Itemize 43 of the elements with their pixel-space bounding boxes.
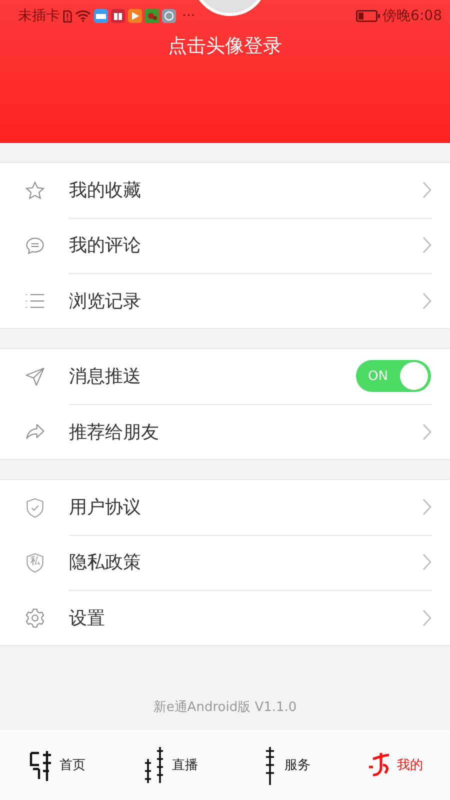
menu-item-label[interactable]: 消息推送 bbox=[69, 364, 141, 388]
book-app-icon bbox=[111, 9, 125, 23]
chevron-right-icon bbox=[422, 608, 432, 626]
script-glyph-icon bbox=[144, 746, 164, 784]
wallet-app-icon bbox=[94, 9, 108, 23]
shield-icon bbox=[24, 552, 46, 574]
tab[interactable]: 首页 bbox=[0, 730, 112, 800]
paper-plane-icon bbox=[24, 366, 46, 388]
menu-item-label[interactable]: 隐私政策 bbox=[69, 550, 141, 574]
play-app-icon bbox=[128, 9, 142, 23]
version-text: 新e通Android版 V1.1.0 bbox=[153, 699, 297, 716]
script-glyph-icon bbox=[367, 752, 390, 776]
menu-item-label[interactable]: 用户协议 bbox=[69, 495, 141, 519]
chat-bubble-icon bbox=[24, 234, 46, 256]
game-app-icon bbox=[145, 9, 159, 23]
menu-item-label[interactable]: 浏览记录 bbox=[69, 288, 141, 312]
carrier-text: 未插卡 bbox=[18, 7, 60, 25]
sim-alert-icon bbox=[63, 10, 72, 22]
tab[interactable]: 服务 bbox=[225, 730, 338, 800]
shield-check-icon bbox=[24, 496, 46, 518]
chevron-right-icon bbox=[422, 236, 432, 254]
script-glyph-icon bbox=[30, 750, 52, 782]
script-glyph-icon bbox=[265, 746, 276, 785]
chevron-right-icon bbox=[422, 181, 432, 199]
chevron-right-icon bbox=[422, 422, 432, 440]
shield-letter: 私 bbox=[30, 557, 40, 567]
wifi-icon bbox=[75, 10, 91, 22]
chevron-right-icon bbox=[422, 498, 432, 516]
menu-item-label[interactable]: 设置 bbox=[69, 606, 105, 630]
chevron-right-icon bbox=[422, 553, 432, 571]
menu-item-label[interactable]: 我的收藏 bbox=[69, 178, 141, 202]
settings-icon bbox=[24, 606, 46, 628]
star-icon bbox=[24, 180, 46, 202]
gear-app-icon bbox=[162, 9, 176, 23]
menu-item-label[interactable]: 我的评论 bbox=[69, 233, 141, 257]
menu-item-label[interactable]: 推荐给朋友 bbox=[69, 420, 159, 444]
tab[interactable]: 直播 bbox=[112, 730, 225, 800]
more-notifications-text: ··· bbox=[182, 8, 196, 24]
battery-icon bbox=[356, 10, 380, 22]
chevron-right-icon bbox=[422, 292, 432, 310]
login-prompt[interactable]: 点击头像登录 bbox=[168, 33, 282, 59]
tab[interactable]: 我的 bbox=[338, 730, 450, 800]
clock-text: 傍晚6:08 bbox=[382, 7, 442, 25]
